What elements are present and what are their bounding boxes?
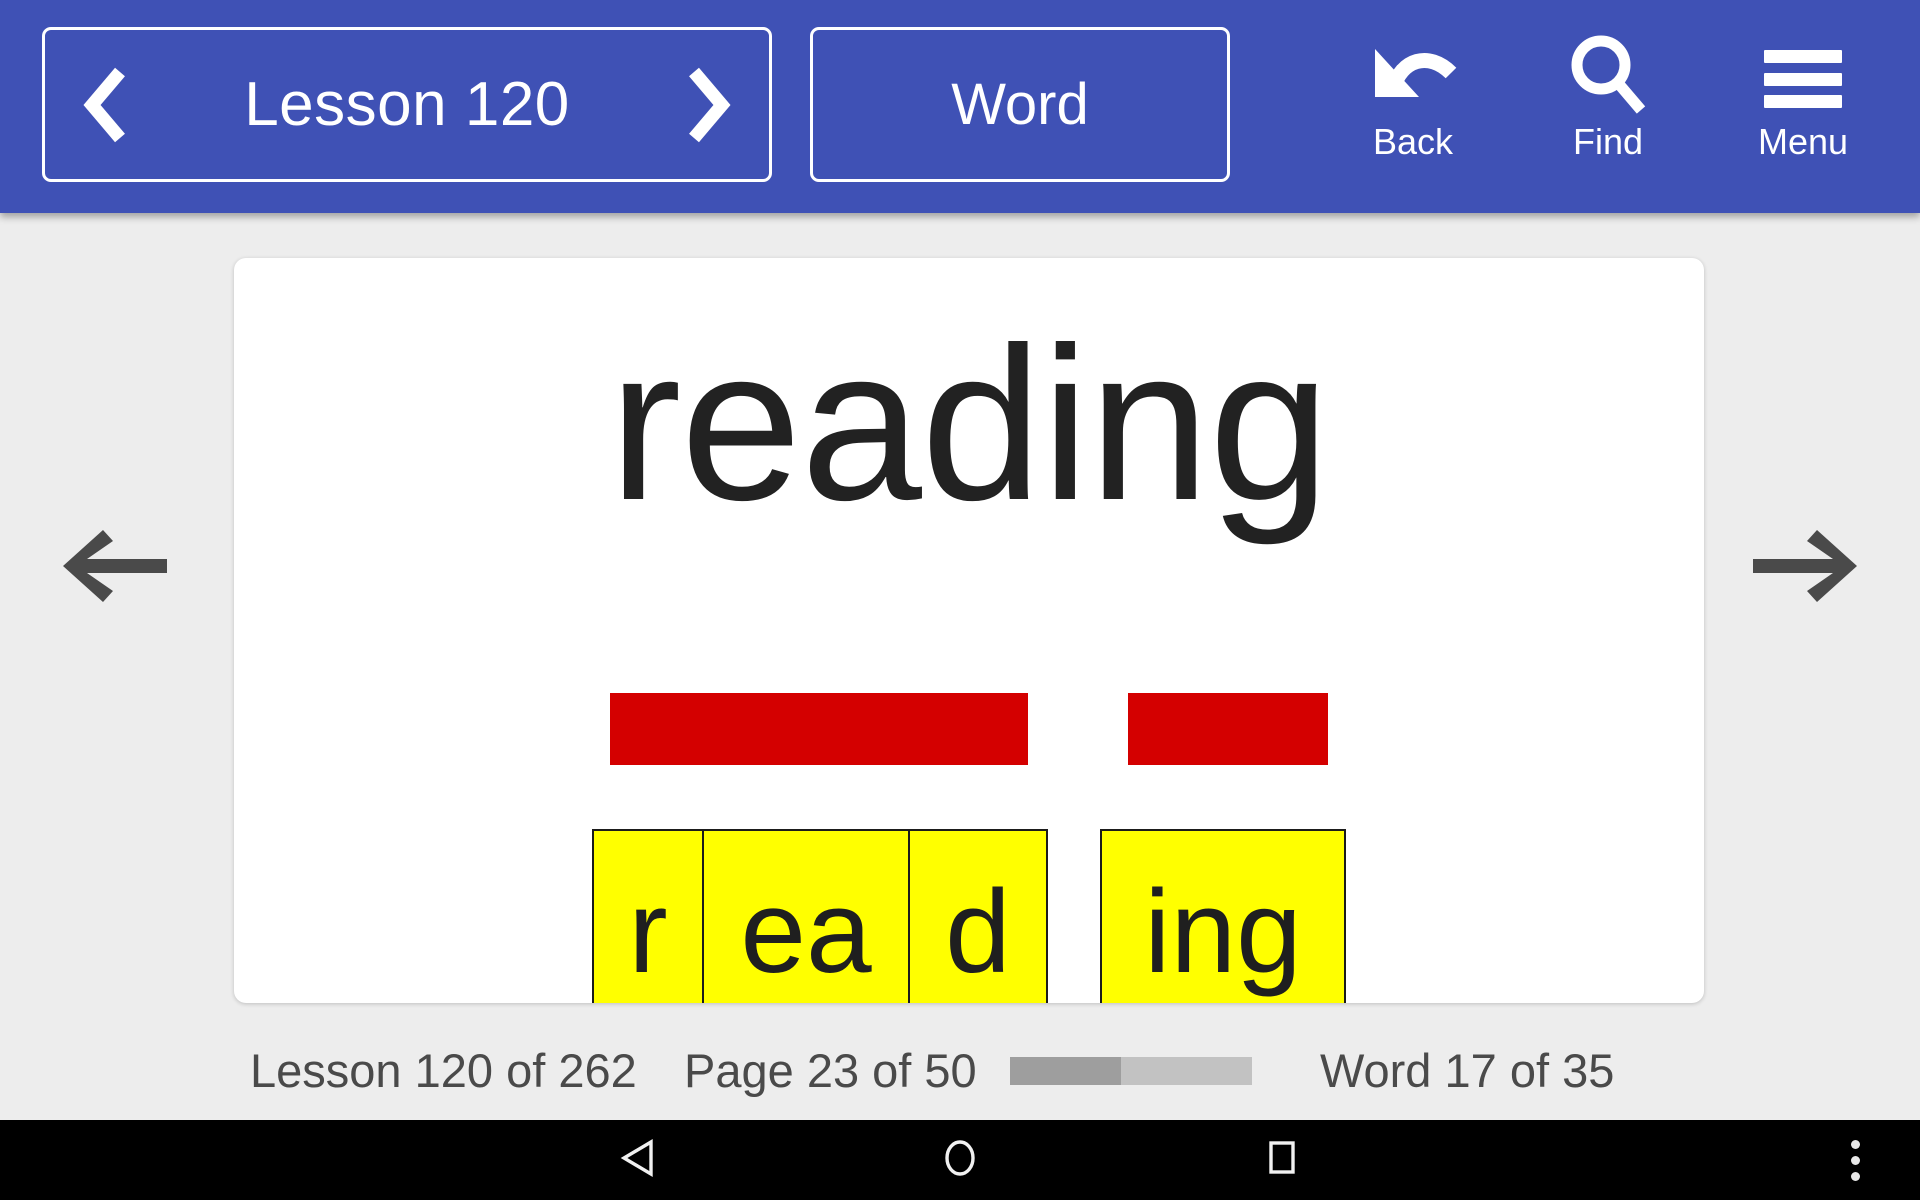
overflow-dots-icon [1850, 1139, 1860, 1181]
syllable-bar [1128, 693, 1328, 765]
arrow-left-icon [63, 528, 167, 609]
progress-bar-fill [1010, 1057, 1122, 1085]
syllable-tile-group: ing [1100, 829, 1346, 1003]
find-label: Find [1572, 121, 1644, 162]
menu-button[interactable]: Menu [1728, 30, 1878, 180]
lesson-prev-button[interactable] [75, 60, 135, 150]
content-area: reading r ea d ing Lesson 120 of 262 Page 2… [0, 213, 1920, 1120]
circle-home-icon [942, 1139, 978, 1182]
page-progress-text: Page 23 of 50 [684, 1043, 977, 1097]
top-toolbar: Lesson 120 Word Back Find Menu [0, 0, 1920, 213]
arrow-right-icon [1753, 528, 1857, 609]
android-overflow-button[interactable] [1810, 1120, 1900, 1200]
syllable-tiles: r ea d ing [592, 829, 1346, 1003]
mode-word-button[interactable]: Word [810, 27, 1230, 182]
word-progress-text: Word 17 of 35 [1320, 1043, 1615, 1097]
lesson-progress-text: Lesson 120 of 262 [250, 1043, 637, 1097]
word-text: reading [608, 303, 1330, 546]
next-word-button[interactable] [1740, 523, 1870, 613]
square-recents-icon [1265, 1140, 1299, 1181]
progress-bar[interactable] [1010, 1057, 1252, 1085]
android-recents-button[interactable] [1222, 1120, 1342, 1200]
syllable-tile[interactable]: ing [1100, 829, 1346, 1003]
syllable-bars [610, 693, 1328, 765]
search-icon [1565, 30, 1651, 122]
app-root: Lesson 120 Word Back Find Menu reading r… [0, 0, 1920, 1200]
android-home-button[interactable] [900, 1120, 1020, 1200]
undo-back-icon [1367, 30, 1459, 122]
menu-label: Menu [1757, 121, 1849, 162]
find-button[interactable]: Find [1533, 30, 1683, 180]
lesson-selector[interactable]: Lesson 120 [42, 27, 772, 182]
back-button[interactable]: Back [1338, 30, 1488, 180]
hamburger-menu-icon [1764, 30, 1842, 122]
chevron-left-icon [82, 66, 128, 144]
android-navigation-bar [0, 1120, 1920, 1200]
syllable-tile[interactable]: ea [702, 829, 910, 1003]
previous-word-button[interactable] [50, 523, 180, 613]
lesson-title: Lesson 120 [244, 70, 570, 139]
android-back-button[interactable] [577, 1120, 697, 1200]
lesson-next-button[interactable] [679, 60, 739, 150]
syllable-bar [610, 693, 1028, 765]
syllable-breakdown: r ea d ing [234, 693, 1704, 1003]
mode-word-label: Word [951, 72, 1089, 137]
chevron-right-icon [686, 66, 732, 144]
status-bar: Lesson 120 of 262 Page 23 of 50 Word 17 … [0, 1033, 1920, 1107]
back-label: Back [1372, 121, 1454, 162]
syllable-tile[interactable]: d [908, 829, 1048, 1003]
syllable-tile[interactable]: r [592, 829, 704, 1003]
triangle-back-icon [620, 1138, 654, 1182]
syllable-tile-group: r ea d [592, 829, 1048, 1003]
word-card[interactable]: reading r ea d ing [234, 258, 1704, 1003]
